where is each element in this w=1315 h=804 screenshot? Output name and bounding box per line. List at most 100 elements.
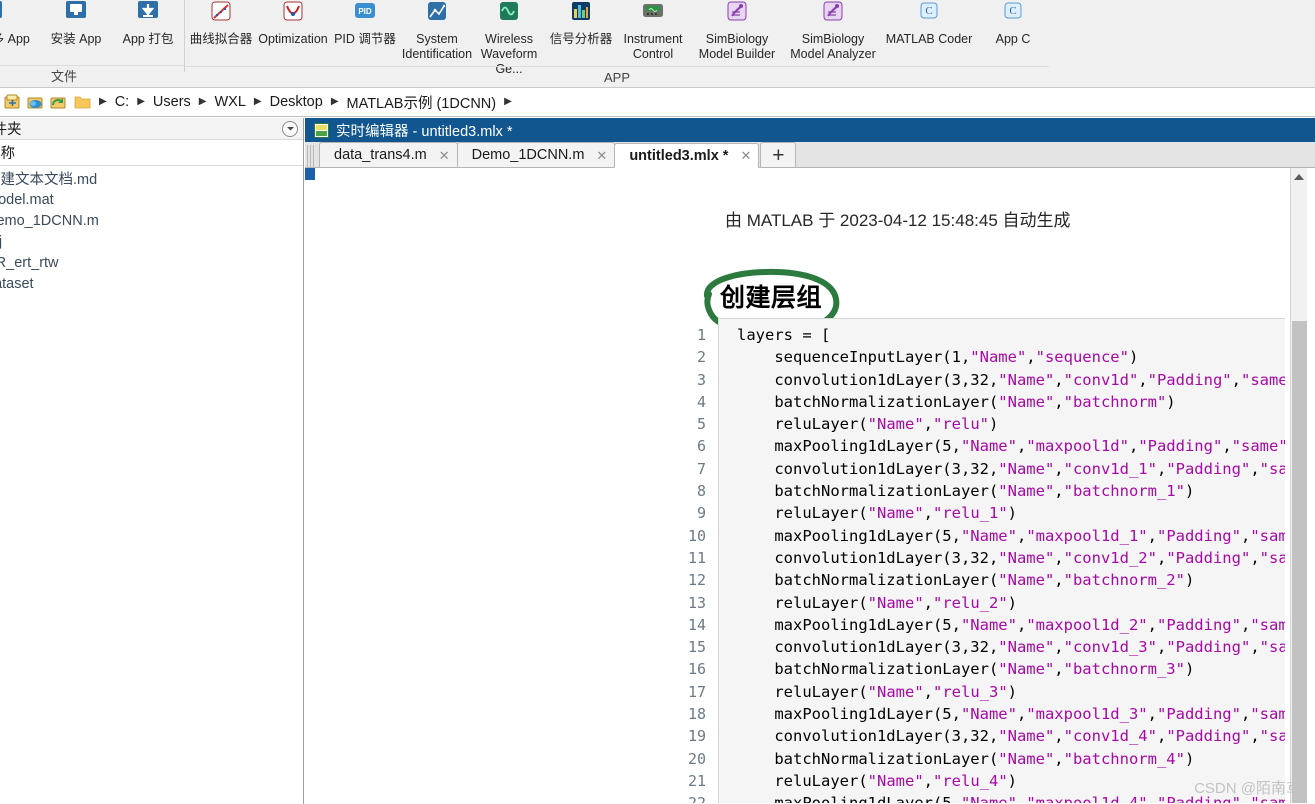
list-item[interactable]: Demo_1DCNN.m	[0, 210, 303, 231]
ribbon-button-label: 安装 App	[50, 32, 102, 46]
code-token: )	[1007, 504, 1017, 523]
code-line[interactable]: layers = [	[737, 324, 1285, 346]
code-line[interactable]: maxPooling1dLayer(5,"Name","maxpool1d_1"…	[737, 525, 1285, 547]
code-line[interactable]: convolution1dLayer(3,32,"Name","conv1d_3…	[737, 636, 1285, 658]
code-line[interactable]: reluLayer("Name","relu_1")	[737, 502, 1285, 524]
file-list[interactable]: 新建文本文档.md model.mat Demo_1DCNN.mprj AR_ert_…	[0, 166, 303, 294]
code-line[interactable]: sequenceInputLayer(1,"Name","sequence")	[737, 346, 1285, 368]
address-bar-icons	[0, 92, 68, 112]
live-script-document[interactable]: 由 MATLAB 于 2023-04-12 15:48:45 自动生成 创建层组…	[315, 168, 1285, 803]
code-line[interactable]: convolution1dLayer(3,32,"Name","conv1d",…	[737, 369, 1285, 391]
breadcrumb-item[interactable]: Users	[151, 94, 193, 110]
svg-text:PID: PID	[358, 7, 372, 16]
vertical-scrollbar[interactable]	[1290, 168, 1307, 803]
scrollbar-thumb[interactable]	[1292, 321, 1307, 803]
code-line[interactable]: reluLayer("Name","relu_3")	[737, 681, 1285, 703]
editor-tab[interactable]: untitled3.mlx * ✕	[614, 143, 760, 168]
list-item[interactable]: AR_ert_rtw	[0, 252, 303, 273]
code-token: ,	[1147, 705, 1157, 724]
code-line[interactable]: convolution1dLayer(3,32,"Name","conv1d_4…	[737, 725, 1285, 747]
close-icon[interactable]: ✕	[740, 149, 751, 162]
auto-generated-note: 由 MATLAB 于 2023-04-12 15:48:45 自动生成	[725, 211, 1071, 230]
close-icon[interactable]: ✕	[439, 149, 450, 162]
list-item[interactable]: dataset	[0, 273, 303, 294]
ribbon-button-signal-analyzer[interactable]: 信号分析器	[545, 0, 617, 47]
code-token: ,	[1231, 370, 1241, 389]
code-line[interactable]: maxPooling1dLayer(5,"Name","maxpool1d_3"…	[737, 703, 1285, 725]
code-token: ,	[923, 415, 933, 434]
breadcrumb-item[interactable]: MATLAB示例 (1DCNN)	[345, 92, 499, 113]
breadcrumb-item[interactable]: Desktop	[268, 94, 325, 110]
code-string-token: "conv1d"	[1063, 370, 1139, 389]
close-icon[interactable]: ✕	[596, 149, 607, 162]
breadcrumb[interactable]: ▶ C: ▶ Users ▶ WXL ▶ Desktop ▶ MATLAB示例 (1DCNN) ▶	[74, 92, 518, 113]
scroll-up-button[interactable]	[1291, 168, 1307, 185]
line-number: 2	[696, 348, 706, 367]
code-line[interactable]: maxPooling1dLayer(5,"Name","maxpool1d_2"…	[737, 614, 1285, 636]
code-content[interactable]: layers = [ sequenceInputLayer(1,"Name","…	[737, 324, 1285, 803]
code-token: )	[1184, 749, 1195, 768]
address-bar[interactable]: ▶ C: ▶ Users ▶ WXL ▶ Desktop ▶ MATLAB示例 (1DCNN) ▶	[0, 88, 1315, 117]
code-token: ,	[1016, 526, 1027, 545]
ribbon-button-app-designer[interactable]: C App C	[977, 0, 1049, 47]
download-arrow-icon	[0, 0, 9, 30]
new-tab-button[interactable]: +	[760, 142, 797, 167]
list-item[interactable]: model.mat	[0, 189, 303, 210]
code-token: ,	[1156, 727, 1167, 746]
file-name-column-label: 名称	[0, 146, 15, 162]
code-string-token: "sequence"	[1035, 348, 1129, 367]
ribbon-group-label: APP	[185, 66, 1049, 89]
line-number: 12	[687, 571, 706, 590]
code-line[interactable]: reluLayer("Name","relu")	[737, 413, 1285, 435]
file-name-label: AR_ert_rtw	[0, 254, 59, 271]
pid-tuner-icon: PID	[348, 0, 382, 30]
tab-bar-grip[interactable]	[307, 145, 315, 167]
code-string-token: "Name"	[998, 749, 1055, 768]
code-line[interactable]: batchNormalizationLayer("Name","batchnor…	[737, 391, 1285, 413]
code-line[interactable]: batchNormalizationLayer("Name","batchnor…	[737, 658, 1285, 680]
code-line[interactable]: reluLayer("Name","relu_2")	[737, 592, 1285, 614]
line-number: 22	[636, 792, 706, 803]
editor-tab[interactable]: data_trans4.m ✕	[319, 142, 458, 167]
new-folder-icon[interactable]	[2, 92, 22, 112]
editor-tabs[interactable]: data_trans4.m ✕ Demo_1DCNN.m ✕ untitled3.mlx…	[319, 142, 760, 168]
code-line[interactable]: maxPooling1dLayer(5,"Name","maxpool1d","…	[737, 435, 1285, 457]
breadcrumb-item[interactable]: WXL	[212, 94, 247, 110]
line-number: 16	[687, 660, 706, 679]
file-list-column-header[interactable]: 名称	[0, 140, 303, 166]
list-item[interactable]: prj	[0, 231, 303, 252]
ribbon-button-system-identification[interactable]: System Identification	[401, 0, 473, 62]
code-line[interactable]: batchNormalizationLayer("Name","batchnor…	[737, 748, 1285, 770]
ribbon-button-matlab-coder[interactable]: C MATLAB Coder	[881, 0, 977, 47]
editor-tab[interactable]: Demo_1DCNN.m ✕	[456, 142, 616, 167]
list-item[interactable]: 新建文本文档.md	[0, 168, 303, 189]
panel-options-chevron-down-icon[interactable]	[282, 120, 298, 137]
code-line[interactable]: convolution1dLayer(3,32,"Name","conv1d_1…	[737, 458, 1285, 480]
ribbon-button-pid-tuner[interactable]: PID PID 调节器	[329, 0, 401, 47]
ribbon-button-simbiology-builder[interactable]: SimBiology Model Builder	[689, 0, 785, 62]
ribbon-button-download-arrow[interactable]: 获取更多 App	[0, 0, 40, 47]
code-string-token: "relu_1"	[933, 504, 1008, 523]
code-line[interactable]: batchNormalizationLayer("Name","batchnor…	[737, 480, 1285, 502]
file-name-label: dataset	[0, 275, 34, 292]
code-token: )	[1184, 571, 1195, 590]
code-line[interactable]: batchNormalizationLayer("Name","batchnor…	[737, 569, 1285, 591]
editor-tab-bar[interactable]: data_trans4.m ✕ Demo_1DCNN.m ✕ untitled3.mlx…	[305, 142, 1315, 168]
cloud-folder-icon[interactable]	[25, 92, 45, 112]
ribbon-button-optimization[interactable]: Optimization	[257, 0, 329, 47]
ribbon-button-curve-fitter[interactable]: 曲线拟合器	[185, 0, 257, 47]
matlab-coder-icon: C	[912, 0, 946, 30]
ribbon-button-package-app[interactable]: App 打包	[112, 0, 184, 47]
ribbon-button-instrument-control[interactable]: Instrument Control	[617, 0, 689, 62]
code-line[interactable]: convolution1dLayer(3,32,"Name","conv1d_2…	[737, 547, 1285, 569]
refresh-folder-icon[interactable]	[48, 92, 68, 112]
file-name-label: Demo_1DCNN.m	[0, 212, 99, 229]
breadcrumb-item[interactable]: C:	[113, 94, 132, 110]
ribbon-button-simbiology-analyzer[interactable]: SimBiology Model Analyzer	[785, 0, 881, 62]
code-string-token: "relu"	[933, 415, 989, 434]
code-string-token: "Name"	[960, 437, 1017, 456]
code-string-token: "maxpool1d_4"	[1026, 794, 1147, 803]
code-block[interactable]: 123456789101112131415161718192021222324 …	[688, 318, 1285, 803]
line-number: 10	[687, 526, 706, 545]
ribbon-button-install-app[interactable]: 安装 App	[40, 0, 112, 47]
